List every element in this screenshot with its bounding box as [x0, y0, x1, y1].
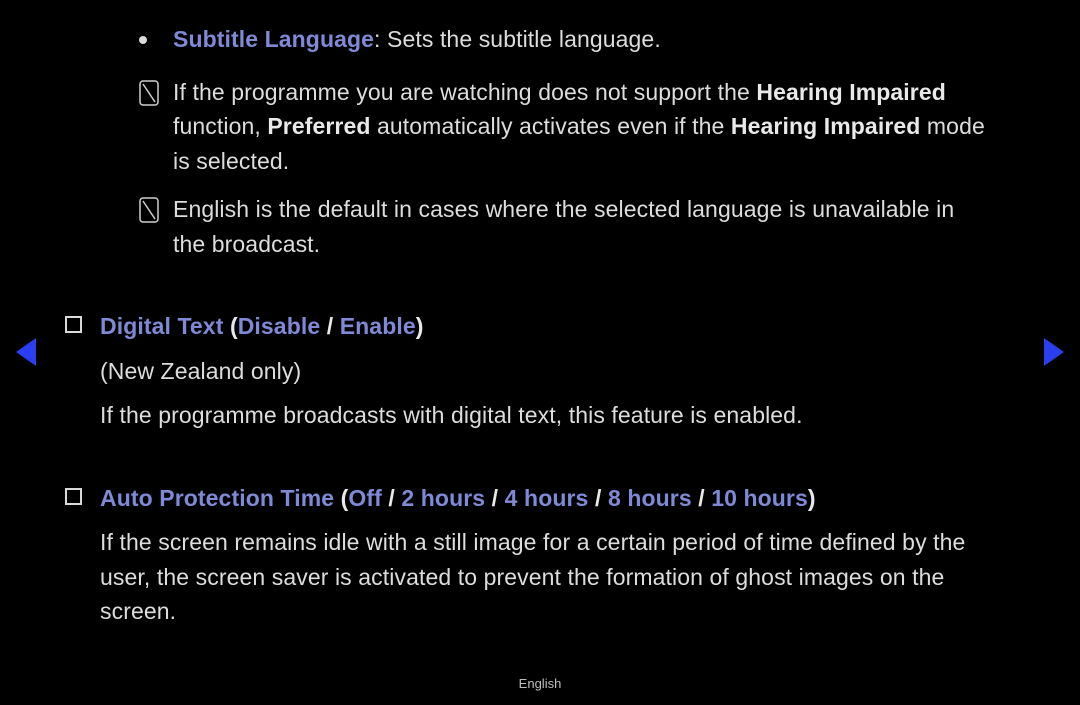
subtitle-language-desc: : Sets the subtitle language. [374, 26, 661, 52]
square-bullet-icon [65, 316, 82, 333]
footer-language: English [0, 676, 1080, 691]
auto-protection-desc: If the screen remains idle with a still … [100, 525, 990, 629]
digital-text-opt-disable: Disable [238, 313, 321, 339]
note1-part-b: function, [173, 113, 267, 139]
note-hearing-impaired: If the programme you are watching does n… [95, 75, 1020, 179]
digital-text-region-note: (New Zealand only) [100, 354, 990, 389]
note1-term2: Preferred [267, 113, 370, 139]
page-content: Subtitle Language: Sets the subtitle lan… [95, 22, 1020, 629]
note1-part-a: If the programme you are watching does n… [173, 79, 756, 105]
section-auto-protection-time: Auto Protection Time (Off / 2 hours / 4 … [95, 481, 1020, 629]
nav-next-icon[interactable] [1044, 338, 1064, 366]
auto-protection-sep1: / [382, 485, 401, 511]
auto-protection-sep4: / [692, 485, 711, 511]
auto-protection-close: ) [808, 485, 816, 511]
digital-text-opt-enable: Enable [340, 313, 416, 339]
square-bullet-icon [65, 488, 82, 505]
auto-protection-sep3: / [588, 485, 607, 511]
subtitle-language-label: Subtitle Language [173, 26, 374, 52]
bullet-icon [139, 36, 147, 44]
auto-protection-sep2: / [485, 485, 504, 511]
section-digital-text: Digital Text (Disable / Enable) (New Zea… [95, 309, 1020, 433]
digital-text-open: ( [223, 313, 237, 339]
digital-text-close: ) [416, 313, 424, 339]
digital-text-sep: / [320, 313, 339, 339]
nav-previous-icon[interactable] [16, 338, 36, 366]
note2-text: English is the default in cases where th… [173, 196, 954, 257]
auto-protection-opt-4h: 4 hours [505, 485, 589, 511]
auto-protection-opt-8h: 8 hours [608, 485, 692, 511]
digital-text-desc: If the programme broadcasts with digital… [100, 398, 990, 433]
auto-protection-opt-10h: 10 hours [711, 485, 808, 511]
note1-part-c: automatically activates even if the [371, 113, 731, 139]
note-icon [139, 197, 159, 223]
auto-protection-opt-2h: 2 hours [401, 485, 485, 511]
note1-term1: Hearing Impaired [756, 79, 946, 105]
note-default-english: English is the default in cases where th… [95, 192, 1020, 261]
auto-protection-open: ( [334, 485, 348, 511]
auto-protection-opt-off: Off [348, 485, 382, 511]
manual-page: Subtitle Language: Sets the subtitle lan… [0, 0, 1080, 705]
digital-text-label: Digital Text [100, 313, 223, 339]
note-icon [139, 80, 159, 106]
auto-protection-label: Auto Protection Time [100, 485, 334, 511]
note1-term3: Hearing Impaired [731, 113, 921, 139]
item-subtitle-language: Subtitle Language: Sets the subtitle lan… [95, 22, 1020, 57]
